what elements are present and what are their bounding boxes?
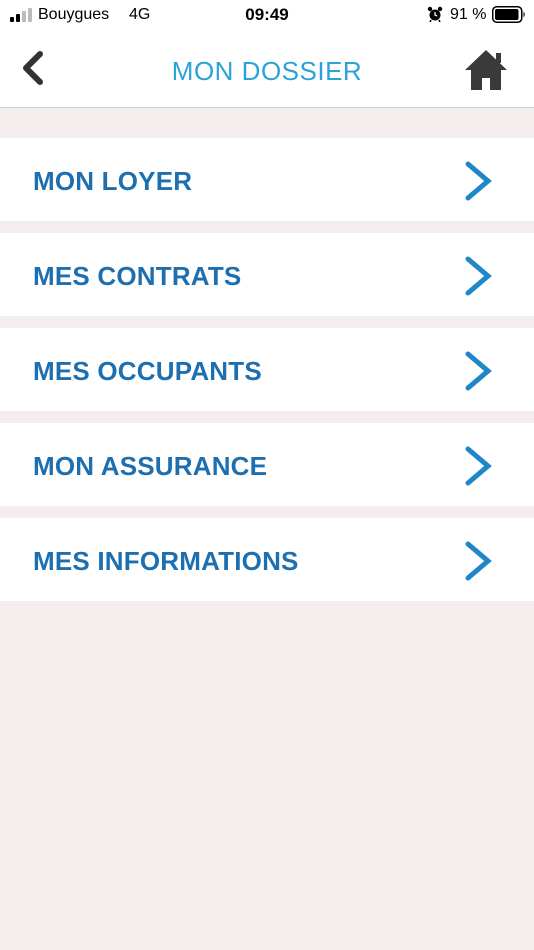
signal-icon bbox=[10, 8, 34, 22]
chevron-right-icon bbox=[465, 161, 492, 201]
status-bar: Bouygues 4G 09:49 91 % bbox=[0, 0, 534, 30]
chevron-right-icon bbox=[465, 351, 492, 391]
menu-item-mes-contrats[interactable]: MES CONTRATS bbox=[0, 233, 534, 316]
carrier-name: Bouygues bbox=[38, 6, 110, 23]
menu-item-label: MON LOYER bbox=[33, 166, 193, 196]
chevron-right-icon bbox=[465, 541, 492, 581]
page-title: MON DOSSIER bbox=[171, 56, 363, 86]
menu-item-label: MES OCCUPANTS bbox=[33, 356, 262, 386]
network-type: 4G bbox=[129, 6, 151, 23]
status-time: 09:49 bbox=[245, 5, 289, 24]
home-icon[interactable] bbox=[463, 48, 509, 92]
chevron-right-icon bbox=[465, 256, 492, 296]
alarm-icon bbox=[427, 6, 443, 22]
menu-item-mon-assurance[interactable]: MON ASSURANCE bbox=[0, 423, 534, 506]
menu-item-label: MES INFORMATIONS bbox=[33, 546, 299, 576]
menu-item-label: MON ASSURANCE bbox=[33, 451, 268, 481]
menu-item-label: MES CONTRATS bbox=[33, 261, 242, 291]
menu-item-mes-informations[interactable]: MES INFORMATIONS bbox=[0, 518, 534, 601]
menu-item-mes-occupants[interactable]: MES OCCUPANTS bbox=[0, 328, 534, 411]
chevron-right-icon bbox=[465, 446, 492, 486]
battery-percent: 91 % bbox=[450, 6, 487, 23]
menu-list: MON LOYER MES CONTRATS MES OCCUPANTS MON… bbox=[0, 138, 534, 613]
nav-bar: MON DOSSIER bbox=[0, 30, 534, 108]
battery-icon bbox=[492, 6, 525, 23]
chevron-left-icon[interactable] bbox=[18, 50, 50, 86]
menu-item-mon-loyer[interactable]: MON LOYER bbox=[0, 138, 534, 221]
